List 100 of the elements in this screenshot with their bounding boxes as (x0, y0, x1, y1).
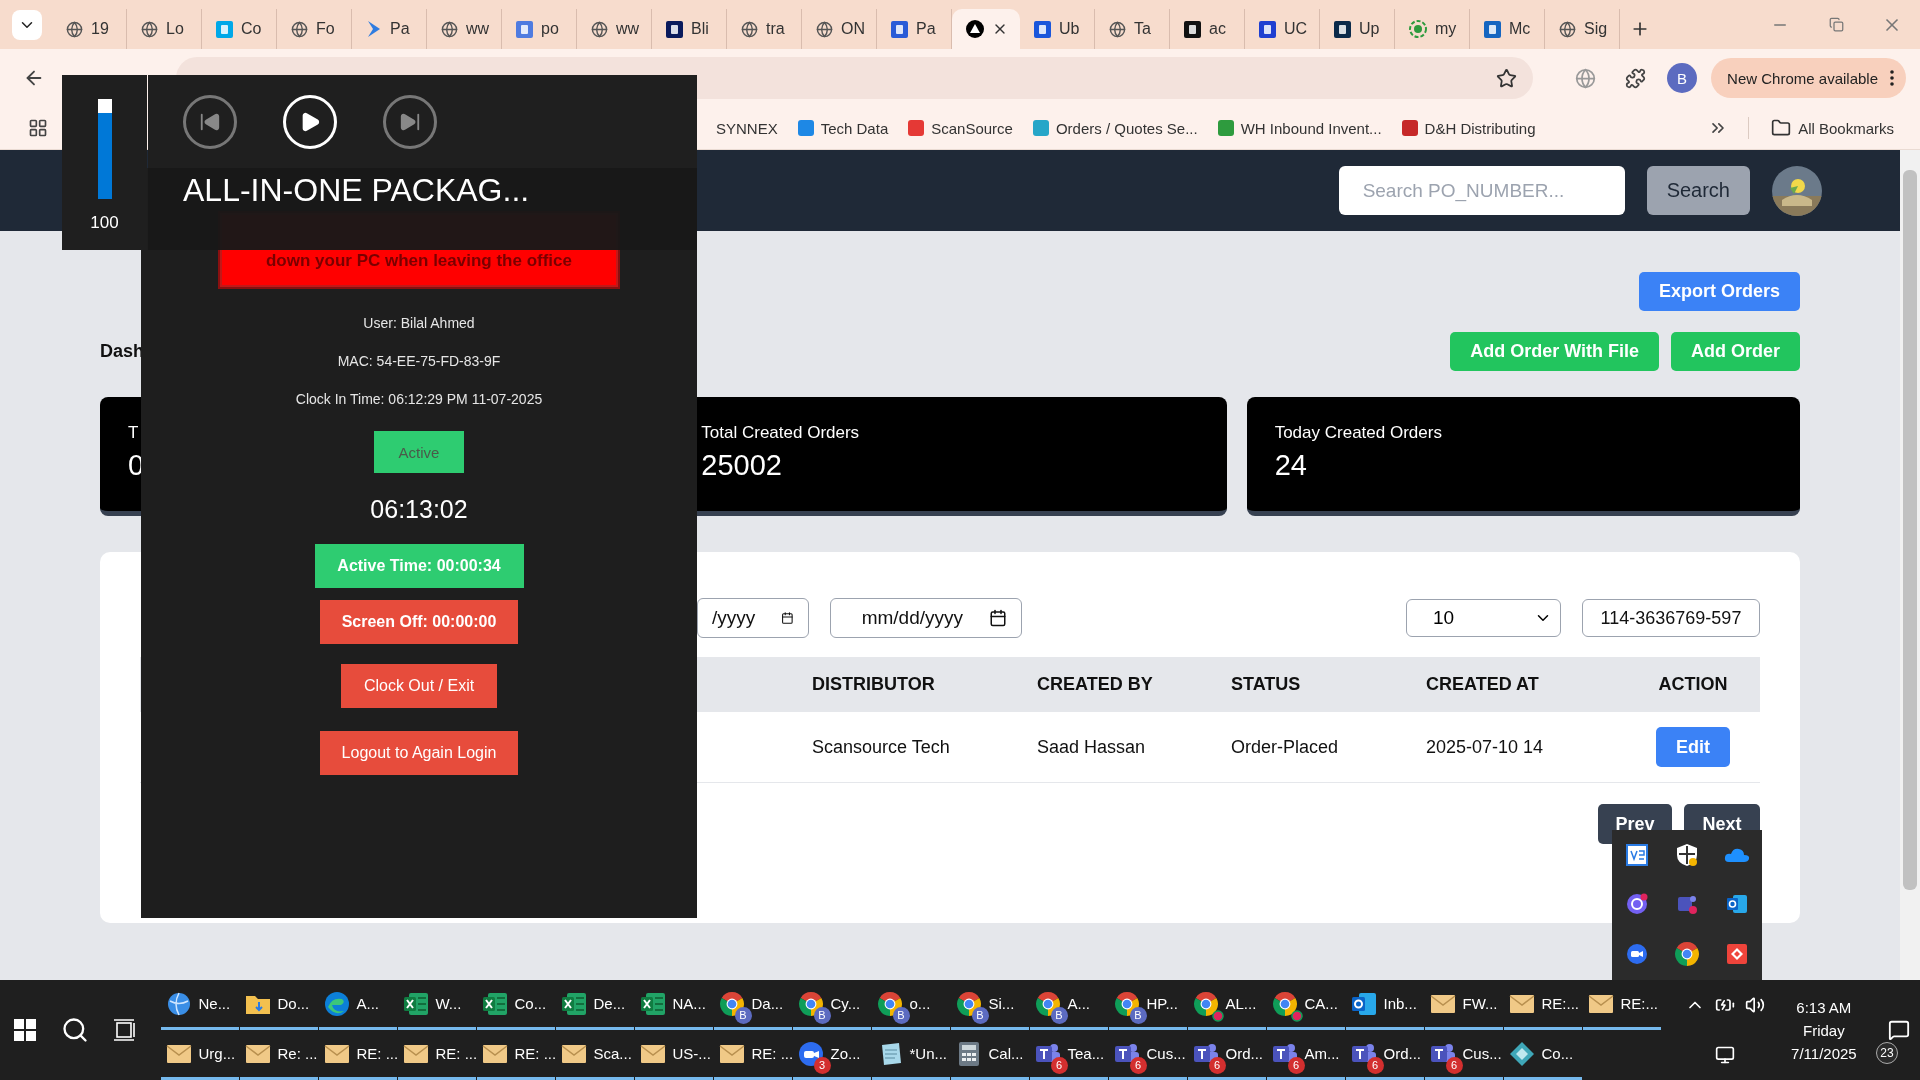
taskbar-item[interactable]: RE: ... (476, 1030, 555, 1080)
clock-out-button[interactable]: Clock Out / Exit (341, 664, 497, 708)
screen-off-button[interactable]: Screen Off: 00:00:00 (320, 600, 518, 644)
vpn-icon[interactable] (1626, 844, 1648, 866)
taskbar-item[interactable]: B Cy... (792, 980, 871, 1030)
globe-icon[interactable] (1574, 67, 1596, 89)
globe-icon (1559, 20, 1576, 38)
taskbar-item[interactable]: B Da... (713, 980, 792, 1030)
envelope-icon (718, 1043, 745, 1064)
taskbar-item[interactable]: 6 Tea... (1029, 1030, 1108, 1080)
bookmark[interactable]: Tech Data (787, 119, 899, 137)
taskbar-item[interactable]: 6 Ord... (1345, 1030, 1424, 1080)
taskbar-item[interactable]: FW... (1424, 980, 1503, 1030)
taskbar-item[interactable]: B A... (1029, 980, 1108, 1030)
taskbar-item[interactable]: Do... (239, 980, 318, 1030)
taskbar-item[interactable]: CA... (1266, 980, 1345, 1030)
previous-track-button[interactable] (183, 94, 237, 149)
taskbar-item[interactable]: Urg... (160, 1030, 239, 1080)
star-icon[interactable] (1496, 67, 1518, 89)
outlook-icon[interactable] (1726, 894, 1748, 914)
chat-icon[interactable] (1626, 893, 1648, 915)
taskbar-item[interactable]: Cal... (950, 1030, 1029, 1080)
update-button[interactable]: New Chrome available (1711, 58, 1906, 98)
apps-icon[interactable] (28, 118, 48, 138)
chrome-icon (876, 990, 903, 1017)
spreadsheet-icon (402, 991, 429, 1016)
taskbar-item[interactable]: 6 Ord... (1187, 1030, 1266, 1080)
taskbar-item[interactable]: 3 Zo... (792, 1030, 871, 1080)
teams-icon[interactable] (1676, 893, 1698, 915)
browser-tab[interactable] (952, 9, 1020, 49)
site-icon (966, 20, 984, 38)
envelope-icon (402, 1043, 429, 1064)
taskbar-item[interactable]: RE: ... (318, 1030, 397, 1080)
taskbar-item[interactable]: B Si... (950, 980, 1029, 1030)
bookmark[interactable]: Orders / Quotes Se... (1022, 119, 1208, 137)
taskbar-item[interactable]: AL... (1187, 980, 1266, 1030)
taskbar-item[interactable]: W... (397, 980, 476, 1030)
scrollbar-thumb[interactable] (1903, 170, 1917, 890)
profile-button[interactable]: B (1667, 63, 1698, 93)
date-field[interactable]: /yyyy (697, 598, 809, 638)
taskbar-item[interactable]: Inb... (1345, 980, 1424, 1030)
calculator-icon (957, 1040, 980, 1067)
taskbar-item[interactable]: US-... (634, 1030, 713, 1080)
export-orders-button[interactable]: Export Orders (1638, 272, 1800, 311)
calendar-icon[interactable] (781, 609, 794, 627)
cloud-icon[interactable] (1724, 847, 1750, 863)
outlook-icon (1350, 991, 1377, 1016)
taskbar-item[interactable]: Ne... (160, 980, 239, 1030)
taskbar-item[interactable]: 6 Cus... (1424, 1030, 1503, 1080)
zoom-icon (797, 1040, 824, 1067)
taskbar-item[interactable]: 6 Am... (1266, 1030, 1345, 1080)
taskbar-item[interactable]: RE: ... (713, 1030, 792, 1080)
globe-icon (591, 20, 608, 38)
puzzle-icon[interactable] (1624, 67, 1646, 89)
tab-search-button[interactable] (12, 10, 42, 40)
column-header: DISTRIBUTOR (812, 657, 1037, 712)
date-field[interactable]: mm/dd/yyyy (830, 598, 1022, 638)
search-input[interactable]: 114-3636769-597 (1582, 599, 1760, 637)
taskbar-item[interactable]: Co... (476, 980, 555, 1030)
taskbar-item[interactable]: RE: ... (397, 1030, 476, 1080)
restore-icon[interactable] (1828, 17, 1844, 32)
taskbar-item[interactable]: Co... (1503, 1030, 1582, 1080)
shield-icon[interactable] (1676, 843, 1698, 867)
taskbar-item[interactable]: Sca... (555, 1030, 634, 1080)
taskbar-item[interactable]: *Un... (871, 1030, 950, 1080)
search-button[interactable]: Search (1646, 166, 1750, 215)
taskbar-item[interactable]: B o... (871, 980, 950, 1030)
chrome-icon (1192, 990, 1219, 1017)
logout-button[interactable]: Logout to Again Login (320, 731, 518, 775)
taskbar-item[interactable]: B HP... (1108, 980, 1187, 1030)
bookmark[interactable]: D&H Distributing (1391, 119, 1546, 137)
page-size-select[interactable]: 10 (1406, 599, 1561, 637)
globe-icon (1109, 20, 1126, 38)
all-bookmarks-button[interactable]: All Bookmarks (1761, 118, 1904, 138)
zoom-icon[interactable] (1626, 943, 1648, 965)
column-header: CREATED BY (1037, 657, 1231, 712)
windows-logo-icon[interactable] (14, 1019, 37, 1041)
bookmark[interactable]: WH Inbound Invent... (1207, 119, 1392, 137)
search-field[interactable]: Search PO_NUMBER... (1338, 166, 1625, 215)
volume-icon[interactable] (1744, 995, 1765, 1015)
network-icon[interactable] (1714, 1045, 1735, 1065)
table-cell: Order-Placed (1231, 712, 1426, 783)
calendar-icon[interactable] (989, 609, 1007, 627)
bookmark[interactable]: ScanSource (898, 119, 1023, 137)
remote-desktop-icon[interactable] (1726, 943, 1748, 965)
volume-slider[interactable] (97, 99, 112, 199)
taskbar-item[interactable]: RE:... (1503, 980, 1582, 1030)
status-button[interactable]: Active (374, 431, 464, 473)
taskbar-item[interactable]: Re: ... (239, 1030, 318, 1080)
next-track-button[interactable] (383, 94, 437, 149)
taskbar-item[interactable]: A... (318, 980, 397, 1030)
taskbar-item[interactable]: NA... (634, 980, 713, 1030)
bookmark[interactable]: SYNNEX (706, 119, 788, 137)
taskbar-item[interactable]: De... (555, 980, 634, 1030)
envelope-icon (1587, 993, 1614, 1014)
edge-icon (323, 990, 350, 1017)
chrome-icon (1113, 990, 1140, 1017)
play-button[interactable] (283, 94, 337, 149)
edit-button[interactable]: Edit (1656, 727, 1730, 767)
taskbar-item[interactable]: 6 Cus... (1108, 1030, 1187, 1080)
